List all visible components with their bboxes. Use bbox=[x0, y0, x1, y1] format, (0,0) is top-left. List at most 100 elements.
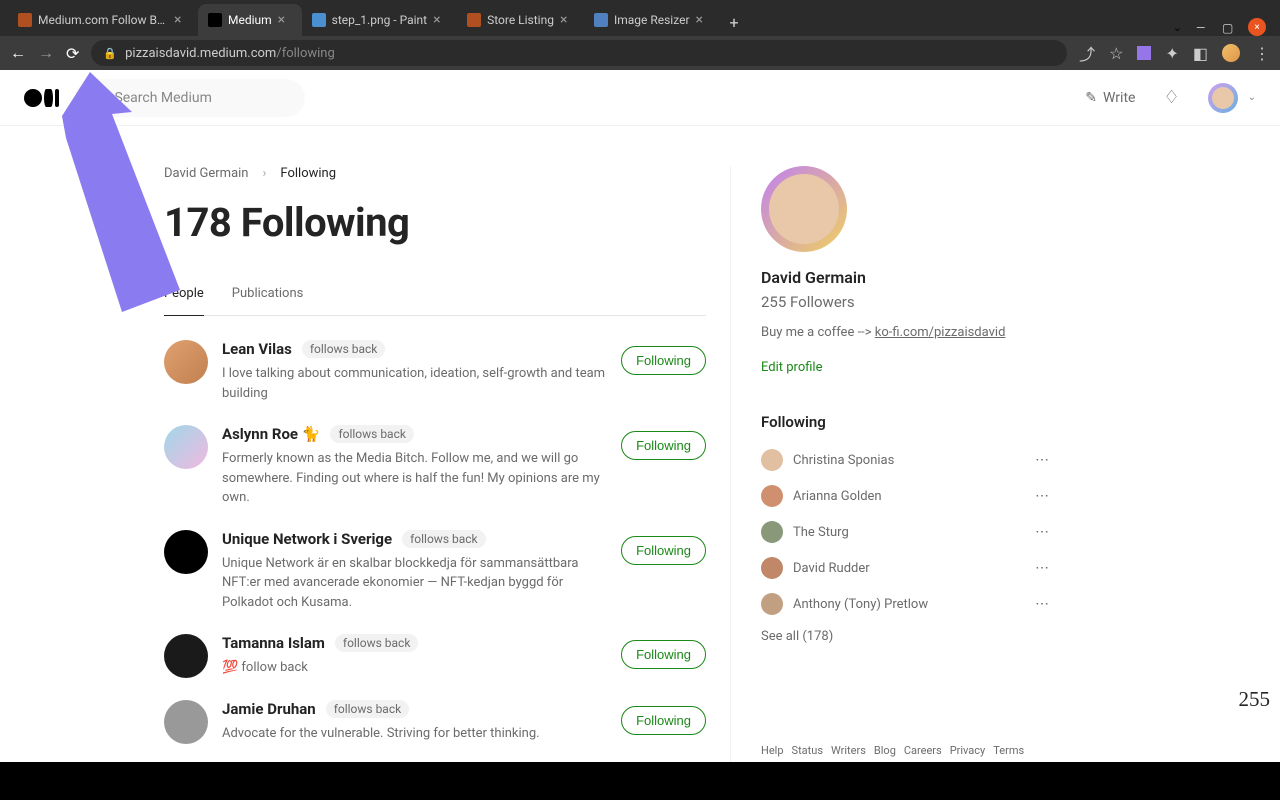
following-button[interactable]: Following bbox=[621, 346, 706, 375]
write-icon: ✎ bbox=[1085, 90, 1097, 106]
user-name[interactable]: Tamanna Islam bbox=[222, 634, 325, 652]
user-name[interactable]: The Sturg bbox=[793, 525, 1025, 540]
close-icon[interactable]: × bbox=[560, 13, 574, 27]
forward-button[interactable]: → bbox=[38, 43, 54, 63]
avatar[interactable] bbox=[164, 700, 208, 744]
more-icon[interactable]: ⋯ bbox=[1035, 524, 1050, 540]
user-name[interactable]: Christina Sponias bbox=[793, 453, 1025, 468]
browser-tab[interactable]: Store Listing× bbox=[457, 4, 584, 36]
list-item: Tamanna Islamfollows back 💯 follow back … bbox=[164, 634, 706, 678]
avatar[interactable] bbox=[164, 340, 208, 384]
more-icon[interactable]: ⋯ bbox=[1035, 560, 1050, 576]
browser-tab[interactable]: Image Resizer× bbox=[584, 4, 720, 36]
avatar[interactable] bbox=[761, 593, 783, 615]
user-name[interactable]: Unique Network i Sverige bbox=[222, 530, 392, 548]
user-bio: Unique Network är en skalbar blockkedja … bbox=[222, 554, 607, 613]
close-icon[interactable]: × bbox=[278, 13, 292, 27]
avatar[interactable] bbox=[761, 449, 783, 471]
medium-logo[interactable] bbox=[24, 89, 59, 107]
breadcrumb-root[interactable]: David Germain bbox=[164, 166, 249, 181]
list-item: Christina Sponias ⋯ bbox=[761, 449, 1050, 471]
tab-bar: Medium.com Follow Back× Medium× step_1.p… bbox=[0, 0, 1280, 36]
extensions-icon[interactable]: ✦ bbox=[1165, 44, 1178, 63]
avatar[interactable] bbox=[164, 425, 208, 469]
user-name[interactable]: David Rudder bbox=[793, 561, 1025, 576]
user-name[interactable]: Lean Vilas bbox=[222, 340, 292, 358]
avatar[interactable] bbox=[164, 530, 208, 574]
user-bio: 💯 follow back bbox=[222, 658, 607, 678]
side-panel-icon[interactable]: ◧ bbox=[1193, 44, 1208, 63]
bio-link[interactable]: ko-fi.com/pizzaisdavid bbox=[875, 325, 1006, 340]
notifications-icon[interactable]: ♢ bbox=[1163, 87, 1179, 108]
close-window-button[interactable]: × bbox=[1248, 18, 1266, 36]
user-name[interactable]: Arianna Golden bbox=[793, 489, 1025, 504]
tabs: People Publications bbox=[164, 286, 706, 316]
close-icon[interactable]: × bbox=[696, 13, 710, 27]
footer-link[interactable]: Terms bbox=[993, 744, 1024, 757]
user-name[interactable]: Aslynn Roe 🐈 bbox=[222, 425, 320, 443]
list-item: The Sturg ⋯ bbox=[761, 521, 1050, 543]
tab-publications[interactable]: Publications bbox=[232, 286, 304, 315]
site-header: 🔍 Search Medium ✎ Write ♢ ⌄ bbox=[0, 70, 1280, 126]
chevron-right-icon: › bbox=[263, 166, 267, 181]
edit-profile-link[interactable]: Edit profile bbox=[761, 360, 1050, 375]
maximize-icon[interactable]: ▢ bbox=[1222, 21, 1234, 33]
avatar[interactable] bbox=[761, 557, 783, 579]
star-icon[interactable]: ☆ bbox=[1109, 44, 1123, 63]
see-all-link[interactable]: See all (178) bbox=[761, 629, 1050, 644]
more-icon[interactable]: ⋯ bbox=[1035, 452, 1050, 468]
profile-avatar[interactable] bbox=[761, 166, 847, 252]
profile-icon[interactable] bbox=[1222, 44, 1240, 62]
avatar[interactable] bbox=[164, 634, 208, 678]
new-tab-button[interactable]: + bbox=[720, 9, 749, 36]
footer-link[interactable]: Status bbox=[792, 744, 823, 757]
menu-icon[interactable]: ⋮ bbox=[1254, 44, 1270, 63]
back-button[interactable]: ← bbox=[10, 43, 26, 63]
footer-link[interactable]: Help bbox=[761, 744, 784, 757]
avatar[interactable] bbox=[761, 521, 783, 543]
reload-button[interactable]: ⟳ bbox=[66, 44, 79, 63]
share-icon[interactable]: ⤴ bbox=[1079, 41, 1095, 65]
url-input[interactable]: 🔒 pizzaisdavid.medium.com/following bbox=[91, 40, 1067, 66]
footer-link[interactable]: Blog bbox=[874, 744, 896, 757]
following-button[interactable]: Following bbox=[621, 640, 706, 669]
more-icon[interactable]: ⋯ bbox=[1035, 488, 1050, 504]
list-item: Anthony (Tony) Pretlow ⋯ bbox=[761, 593, 1050, 615]
browser-tab[interactable]: Medium× bbox=[198, 4, 302, 36]
breadcrumb: David Germain › Following bbox=[164, 166, 706, 181]
close-icon[interactable]: × bbox=[433, 13, 447, 27]
footer-link[interactable]: Careers bbox=[904, 744, 942, 757]
browser-tab[interactable]: step_1.png - Paint× bbox=[302, 4, 457, 36]
following-button[interactable]: Following bbox=[621, 431, 706, 460]
user-bio: I love talking about communication, idea… bbox=[222, 364, 607, 403]
list-item: David Rudder ⋯ bbox=[761, 557, 1050, 579]
avatar[interactable] bbox=[761, 485, 783, 507]
list-item: Unique Network i Sverigefollows back Uni… bbox=[164, 530, 706, 613]
tab-people[interactable]: People bbox=[164, 286, 204, 316]
more-icon[interactable]: ⋯ bbox=[1035, 596, 1050, 612]
list-item: Arianna Golden ⋯ bbox=[761, 485, 1050, 507]
user-name[interactable]: Anthony (Tony) Pretlow bbox=[793, 597, 1025, 612]
sidebar-following-heading: Following bbox=[761, 413, 1050, 431]
browser-tab[interactable]: Medium.com Follow Back× bbox=[8, 4, 198, 36]
user-name[interactable]: Jamie Druhan bbox=[222, 700, 316, 718]
user-bio: Formerly known as the Media Bitch. Follo… bbox=[222, 449, 607, 508]
search-input[interactable]: 🔍 Search Medium bbox=[75, 79, 305, 117]
write-button[interactable]: ✎ Write bbox=[1085, 90, 1135, 106]
minimize-icon[interactable]: — bbox=[1196, 21, 1208, 33]
footer-link[interactable]: Writers bbox=[831, 744, 866, 757]
list-item: Aslynn Roe 🐈 follows back Formerly known … bbox=[164, 425, 706, 508]
following-button[interactable]: Following bbox=[621, 536, 706, 565]
avatar[interactable] bbox=[1208, 83, 1238, 113]
extension-icon[interactable] bbox=[1137, 46, 1151, 60]
page-title: 178 Following bbox=[164, 199, 706, 246]
close-icon[interactable]: × bbox=[174, 13, 188, 27]
profile-bio: Buy me a coffee --> ko-fi.com/pizzaisdav… bbox=[761, 325, 1050, 340]
footer-link[interactable]: Privacy bbox=[950, 744, 986, 757]
following-button[interactable]: Following bbox=[621, 706, 706, 735]
follows-back-badge: follows back bbox=[330, 425, 414, 443]
user-bio: Advocate for the vulnerable. Striving fo… bbox=[222, 724, 607, 744]
chevron-down-icon[interactable]: ⌄ bbox=[1248, 92, 1256, 103]
followers-count[interactable]: 255 Followers bbox=[761, 293, 1050, 311]
chevron-down-icon[interactable]: ⌄ bbox=[1173, 21, 1182, 34]
